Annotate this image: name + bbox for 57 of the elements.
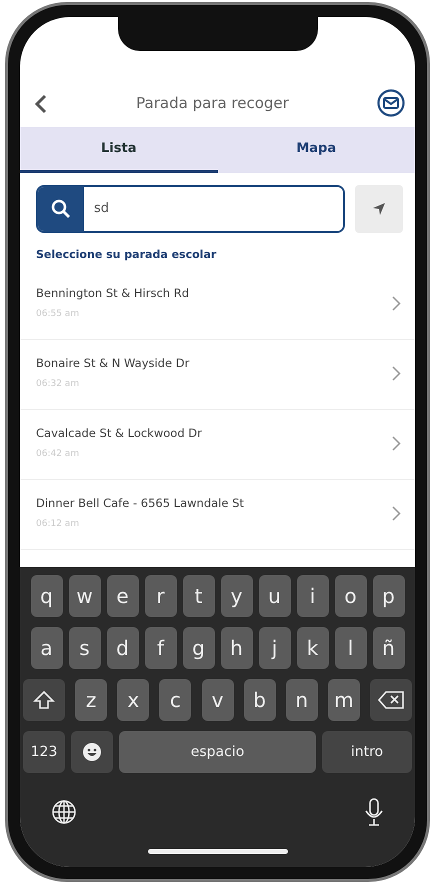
shift-key[interactable]: [23, 679, 65, 721]
keyboard-key[interactable]: r: [144, 575, 176, 617]
stop-name: Cavalcade St & Lockwood Dr: [36, 424, 202, 442]
keyboard-key[interactable]: ñ: [372, 627, 404, 669]
section-label: Seleccione su parada escolar: [35, 247, 218, 263]
keyboard-key[interactable]: e: [106, 575, 138, 617]
keyboard-key[interactable]: n: [286, 679, 318, 721]
keyboard-key[interactable]: u: [258, 575, 290, 617]
screen-title: Parada para recoger: [136, 92, 289, 114]
keyboard-key[interactable]: t: [182, 575, 214, 617]
keyboard-key[interactable]: s: [68, 627, 100, 669]
keyboard-key[interactable]: m: [328, 679, 360, 721]
keyboard-key[interactable]: z: [75, 679, 108, 721]
chevron-right-icon: [392, 296, 401, 312]
tab[interactable]: Lista: [20, 127, 218, 173]
back-chevron-icon: [34, 94, 48, 114]
keyboard-key[interactable]: c: [159, 679, 192, 721]
search-field[interactable]: sd: [36, 185, 345, 233]
keyboard-key[interactable]: l: [334, 627, 366, 669]
chevron-right-icon: [392, 366, 401, 382]
keyboard-key[interactable]: j: [258, 627, 290, 669]
keyboard-key[interactable]: q: [30, 575, 62, 617]
keyboard-key[interactable]: i: [296, 575, 328, 617]
backspace-icon: [378, 691, 404, 709]
keyboard-key[interactable]: p: [372, 575, 404, 617]
navigation-arrow-icon: [372, 202, 386, 216]
space-key[interactable]: espacio: [119, 731, 316, 773]
globe-icon: [51, 799, 77, 825]
keyboard-key[interactable]: b: [244, 679, 276, 721]
keyboard-key[interactable]: h: [220, 627, 252, 669]
return-key[interactable]: intro: [322, 731, 412, 773]
stop-name: Bennington St & Hirsch Rd: [36, 284, 190, 302]
keyboard-key[interactable]: a: [30, 627, 62, 669]
stop-name: Dinner Bell Cafe - 6565 Lawndale St: [36, 494, 244, 512]
emoji-key[interactable]: [71, 731, 113, 773]
keyboard-key[interactable]: g: [182, 627, 214, 669]
shift-icon: [33, 690, 55, 710]
mail-icon: [377, 89, 405, 117]
keyboard-key[interactable]: d: [106, 627, 138, 669]
keyboard-key[interactable]: y: [220, 575, 252, 617]
keyboard-key[interactable]: x: [117, 679, 150, 721]
tab[interactable]: Mapa: [218, 127, 415, 173]
microphone-button[interactable]: [364, 797, 384, 827]
stop-name: Bonaire St & N Wayside Dr: [36, 354, 190, 372]
mail-button[interactable]: [377, 89, 405, 117]
keyboard-key[interactable]: w: [68, 575, 100, 617]
chevron-right-icon: [392, 506, 401, 522]
keyboard-key[interactable]: k: [296, 627, 328, 669]
microphone-icon: [364, 797, 384, 827]
keyboard-key[interactable]: f: [144, 627, 176, 669]
search-icon: [51, 199, 71, 219]
chevron-right-icon: [392, 436, 401, 452]
keyboard-key[interactable]: v: [202, 679, 234, 721]
emoji-icon: [82, 742, 102, 762]
numbers-key[interactable]: 123: [23, 731, 65, 773]
backspace-key[interactable]: [370, 679, 412, 721]
keyboard-key[interactable]: o: [334, 575, 366, 617]
